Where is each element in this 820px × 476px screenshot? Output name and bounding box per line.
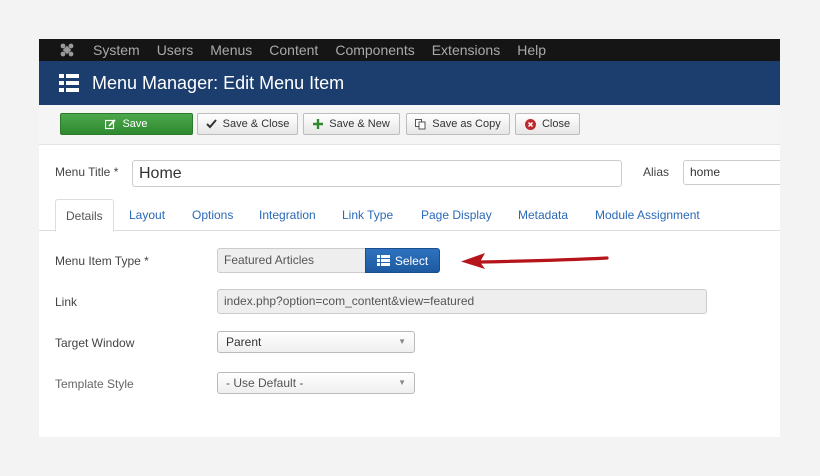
save-new-button[interactable]: Save & New bbox=[303, 113, 400, 135]
nav-content[interactable]: Content bbox=[269, 39, 318, 61]
template-style-select[interactable]: - Use Default - ▼ bbox=[217, 372, 415, 394]
tab-link-type[interactable]: Link Type bbox=[342, 199, 393, 231]
menu-item-type-label: Menu Item Type * bbox=[55, 254, 149, 268]
menu-title-label: Menu Title * bbox=[55, 165, 119, 179]
template-style-label: Template Style bbox=[55, 377, 134, 391]
list-icon bbox=[376, 255, 390, 266]
save-copy-button-label: Save as Copy bbox=[432, 118, 501, 130]
joomla-logo-icon[interactable] bbox=[56, 39, 78, 61]
close-button[interactable]: Close bbox=[515, 113, 580, 135]
tab-options[interactable]: Options bbox=[192, 199, 233, 231]
tab-module-assignment[interactable]: Module Assignment bbox=[595, 199, 700, 231]
list-icon bbox=[59, 73, 79, 93]
red-arrow-icon bbox=[461, 253, 609, 269]
tab-page-display[interactable]: Page Display bbox=[421, 199, 492, 231]
save-copy-button[interactable]: Save as Copy bbox=[406, 113, 510, 135]
close-button-label: Close bbox=[541, 118, 571, 130]
page-title: Menu Manager: Edit Menu Item bbox=[92, 72, 345, 93]
save-button[interactable]: Save bbox=[60, 113, 193, 135]
alias-label: Alias bbox=[643, 165, 670, 179]
template-style-value: - Use Default - bbox=[226, 376, 304, 390]
save-button-label: Save bbox=[122, 118, 148, 130]
nav-extensions[interactable]: Extensions bbox=[432, 39, 500, 61]
chevron-down-icon: ▼ bbox=[398, 337, 406, 346]
select-button-label: Select bbox=[394, 253, 429, 268]
top-navbar: System Users Menus Content Components Ex… bbox=[39, 39, 780, 61]
save-close-button-label: Save & Close bbox=[222, 118, 290, 130]
tab-metadata[interactable]: Metadata bbox=[518, 199, 568, 231]
chevron-down-icon: ▼ bbox=[398, 378, 406, 387]
copy-icon bbox=[415, 118, 426, 130]
nav-help[interactable]: Help bbox=[517, 39, 546, 61]
menu-item-type-field: Featured Articles bbox=[217, 248, 365, 273]
target-window-label: Target Window bbox=[55, 336, 135, 350]
select-button[interactable]: Select bbox=[365, 248, 440, 273]
target-window-value: Parent bbox=[226, 335, 262, 349]
tab-details[interactable]: Details bbox=[55, 199, 114, 232]
nav-system[interactable]: System bbox=[93, 39, 140, 61]
tab-bar: Details Layout Options Integration Link … bbox=[39, 199, 780, 232]
close-circle-icon bbox=[524, 118, 536, 130]
target-window-select[interactable]: Parent ▼ bbox=[217, 331, 415, 353]
title-bar: Menu Manager: Edit Menu Item bbox=[39, 61, 780, 105]
toolbar: Save Save & Close Save & New Save as Cop… bbox=[39, 105, 780, 145]
save-new-button-label: Save & New bbox=[329, 118, 390, 130]
nav-users[interactable]: Users bbox=[157, 39, 194, 61]
plus-icon bbox=[313, 119, 324, 129]
link-field: index.php?option=com_content&view=featur… bbox=[217, 289, 707, 314]
alias-input[interactable]: home bbox=[683, 160, 780, 185]
admin-window: System Users Menus Content Components Ex… bbox=[39, 39, 780, 437]
menu-title-input[interactable]: Home bbox=[132, 160, 622, 187]
tab-layout[interactable]: Layout bbox=[129, 199, 165, 231]
link-label: Link bbox=[55, 295, 78, 309]
tab-integration[interactable]: Integration bbox=[259, 199, 316, 231]
nav-menus[interactable]: Menus bbox=[210, 39, 252, 61]
save-close-button[interactable]: Save & Close bbox=[197, 113, 298, 135]
nav-components[interactable]: Components bbox=[335, 39, 414, 61]
check-icon bbox=[205, 119, 217, 129]
edit-icon bbox=[105, 118, 117, 130]
